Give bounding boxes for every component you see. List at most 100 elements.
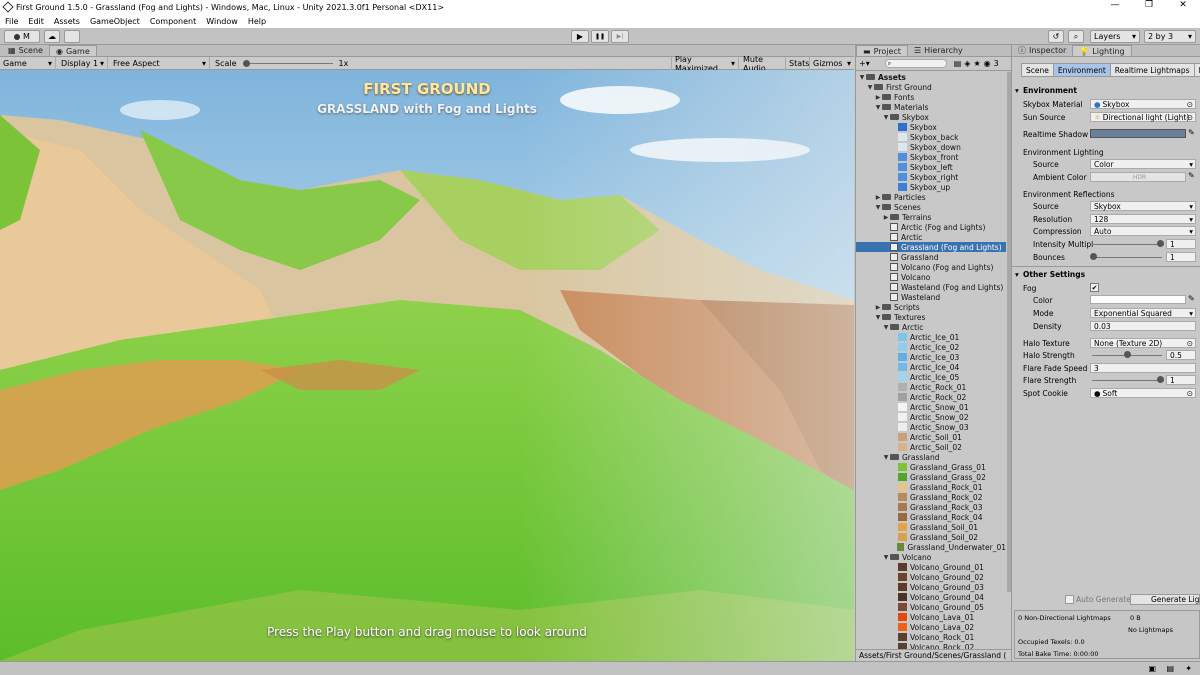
scene-asset-item[interactable]: Wasteland [856, 292, 1006, 302]
asset-item[interactable]: Grassland_Underwater_01 [856, 542, 1006, 552]
object-picker-icon[interactable]: ⊙ [1187, 389, 1193, 398]
close-button[interactable]: ✕ [1166, 0, 1200, 10]
folder-item[interactable]: ▼ Textures [856, 312, 1006, 322]
intensity-field[interactable]: 1 [1166, 239, 1196, 249]
scene-asset-item[interactable]: Volcano [856, 272, 1006, 282]
halo-texture-field[interactable]: None (Texture 2D) ⊙ [1090, 338, 1196, 348]
auto-generate-checkbox[interactable] [1065, 595, 1074, 604]
asset-item[interactable]: Grassland_Rock_01 [856, 482, 1006, 492]
visibility-icon[interactable]: ◉ [984, 59, 991, 68]
flare-strength-field[interactable]: 1 [1166, 375, 1196, 385]
asset-item[interactable]: Arctic_Ice_02 [856, 342, 1006, 352]
menu-assets[interactable]: Assets [49, 17, 85, 26]
asset-item[interactable]: Volcano_Lava_02 [856, 622, 1006, 632]
expand-arrow-icon[interactable]: ▼ [866, 84, 874, 91]
expand-arrow-icon[interactable]: ▼ [882, 114, 890, 121]
ambient-color-field[interactable]: HDR [1090, 172, 1186, 182]
folder-item[interactable]: ▼ Assets [856, 72, 1006, 82]
lighting-tab-bake[interactable]: Bake [1193, 63, 1200, 77]
folder-item[interactable]: ▼ Grassland [856, 452, 1006, 462]
expand-arrow-icon[interactable]: ▼ [874, 204, 882, 211]
play-maximized-dropdown[interactable]: Play Maximized ▾ [671, 55, 739, 73]
sun-source-field[interactable]: ☼ Directional light (Light) ⊙ [1090, 112, 1196, 122]
collapse-arrow-icon[interactable]: ▶ [874, 304, 882, 311]
asset-item[interactable]: Volcano_Lava_01 [856, 612, 1006, 622]
tab-lighting[interactable]: 💡 Lighting [1072, 45, 1132, 56]
flare-strength-slider[interactable] [1092, 380, 1162, 381]
menu-window[interactable]: Window [201, 17, 243, 26]
asset-item[interactable]: Arctic_Snow_03 [856, 422, 1006, 432]
asset-item[interactable]: Skybox_down [856, 142, 1006, 152]
lighting-tab-scene[interactable]: Scene [1021, 63, 1054, 77]
fog-checkbox[interactable]: ✔ [1090, 283, 1099, 292]
compression-dropdown[interactable]: Auto ▾ [1090, 226, 1196, 236]
asset-item[interactable]: Grassland_Grass_01 [856, 462, 1006, 472]
scale-slider-knob[interactable] [242, 60, 250, 67]
tab-game[interactable]: ◉ Game [48, 45, 97, 56]
object-picker-icon[interactable]: ⊙ [1187, 339, 1193, 348]
tab-project[interactable]: ▬ Project [856, 45, 908, 56]
collapse-arrow-icon[interactable]: ▶ [874, 94, 882, 101]
realtime-shadow-color[interactable] [1090, 129, 1186, 138]
asset-item[interactable]: Skybox_front [856, 152, 1006, 162]
asset-item[interactable]: Arctic_Ice_05 [856, 372, 1006, 382]
filter-type-icon[interactable]: ▤ [954, 59, 962, 68]
skybox-material-field[interactable]: ● Skybox ⊙ [1090, 99, 1196, 109]
scene-asset-item[interactable]: Grassland (Fog and Lights) [856, 242, 1006, 252]
scale-control[interactable]: Scale 1x [212, 57, 382, 70]
asset-item[interactable]: Arctic_Snow_02 [856, 412, 1006, 422]
asset-item[interactable]: Arctic_Rock_02 [856, 392, 1006, 402]
scale-slider[interactable] [242, 60, 333, 67]
environment-header[interactable]: ▾ Environment [1011, 84, 1200, 96]
game-mode-dropdown[interactable]: Game ▾ [0, 57, 56, 70]
menu-edit[interactable]: Edit [23, 17, 49, 26]
step-button[interactable]: ▶| [611, 30, 629, 43]
flare-fade-field[interactable]: 3 [1090, 363, 1196, 373]
refl-source-dropdown[interactable]: Skybox ▾ [1090, 201, 1196, 211]
folder-item[interactable]: ▶ Fonts [856, 92, 1006, 102]
asset-item[interactable]: Volcano_Ground_05 [856, 602, 1006, 612]
asset-item[interactable]: Grassland_Grass_02 [856, 472, 1006, 482]
scene-asset-item[interactable]: Arctic [856, 232, 1006, 242]
minimize-button[interactable]: — [1098, 0, 1132, 10]
folder-item[interactable]: ▶ Scripts [856, 302, 1006, 312]
folder-item[interactable]: ▶ Terrains [856, 212, 1006, 222]
bounces-field[interactable]: 1 [1166, 252, 1196, 262]
fog-density-field[interactable]: 0.03 [1090, 321, 1196, 331]
debug-icon[interactable]: ✦ [1185, 664, 1192, 673]
spot-cookie-field[interactable]: ● Soft ⊙ [1090, 388, 1196, 398]
display-dropdown[interactable]: Display 1 ▾ [58, 57, 108, 70]
resolution-dropdown[interactable]: 128 ▾ [1090, 214, 1196, 224]
generate-lighting-button[interactable]: Generate Ligh [1130, 594, 1200, 605]
asset-item[interactable]: Arctic_Ice_01 [856, 332, 1006, 342]
asset-item[interactable]: Arctic_Ice_04 [856, 362, 1006, 372]
collapse-arrow-icon[interactable]: ▶ [874, 194, 882, 201]
asset-item[interactable]: Skybox_back [856, 132, 1006, 142]
expand-arrow-icon[interactable]: ▼ [858, 74, 866, 81]
asset-item[interactable]: Skybox [856, 122, 1006, 132]
game-viewport[interactable]: FIRST GROUND GRASSLAND with Fog and Ligh… [0, 70, 854, 661]
folder-item[interactable]: ▼ Materials [856, 102, 1006, 112]
asset-item[interactable]: Arctic_Soil_02 [856, 442, 1006, 452]
halo-strength-slider-knob[interactable] [1124, 351, 1131, 358]
asset-item[interactable]: Arctic_Snow_01 [856, 402, 1006, 412]
eyedropper-icon[interactable]: ✎ [1188, 171, 1195, 180]
asset-item[interactable]: Skybox_right [856, 172, 1006, 182]
tab-hierarchy[interactable]: ☰ Hierarchy [908, 45, 969, 56]
asset-item[interactable]: Grassland_Rock_04 [856, 512, 1006, 522]
asset-item[interactable]: Grassland_Rock_03 [856, 502, 1006, 512]
menu-gameobject[interactable]: GameObject [85, 17, 145, 26]
collab-button[interactable] [64, 30, 80, 43]
asset-item[interactable]: Grassland_Soil_02 [856, 532, 1006, 542]
folder-item[interactable]: ▼ Scenes [856, 202, 1006, 212]
fog-color-field[interactable] [1090, 295, 1186, 304]
halo-strength-field[interactable]: 0.5 [1166, 350, 1196, 360]
asset-item[interactable]: Volcano_Ground_04 [856, 592, 1006, 602]
history-button[interactable]: ↺ [1048, 30, 1064, 43]
menu-component[interactable]: Component [145, 17, 201, 26]
account-button[interactable]: M [4, 30, 40, 43]
expand-arrow-icon[interactable]: ▼ [874, 314, 882, 321]
scene-asset-item[interactable]: Wasteland (Fog and Lights) [856, 282, 1006, 292]
mute-audio-toggle[interactable]: Mute Audio [740, 55, 786, 73]
expand-arrow-icon[interactable]: ▼ [882, 554, 890, 561]
